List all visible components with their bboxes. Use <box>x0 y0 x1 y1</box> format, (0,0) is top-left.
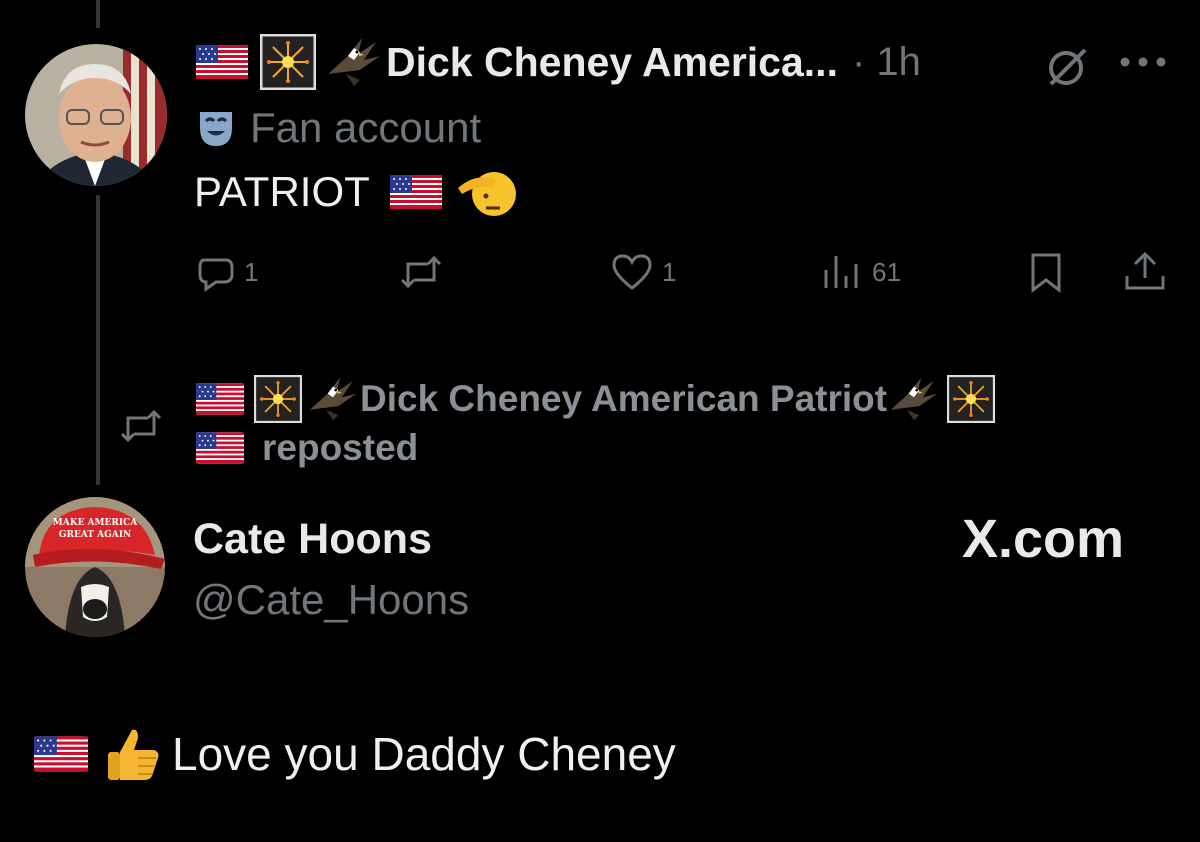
repost-icon <box>120 409 162 443</box>
repost-context-line2: reposted <box>196 424 418 472</box>
reply-button[interactable]: 1 <box>196 252 258 292</box>
avatar[interactable]: MAKE AMERICA GREAT AGAIN <box>25 497 165 637</box>
salute-icon <box>457 172 516 216</box>
reply-icon <box>198 258 234 292</box>
quoted-text-content: Love you Daddy Cheney <box>172 728 676 780</box>
quoted-handle[interactable]: @Cate_Hoons <box>193 576 469 624</box>
flag-usa-icon <box>196 432 244 464</box>
x-watermark: X.com <box>962 509 1125 569</box>
like-count: 1 <box>662 256 677 287</box>
like-icon <box>612 254 652 290</box>
views-icon <box>824 256 858 288</box>
flag-usa-icon <box>34 736 88 772</box>
flag-usa-icon <box>390 175 442 209</box>
timestamp[interactable]: · 1h <box>852 40 921 85</box>
thread-line-top <box>96 0 100 28</box>
label-text: Fan account <box>250 104 482 151</box>
share-icon[interactable] <box>1122 250 1168 294</box>
repost-button[interactable] <box>398 252 452 292</box>
repost-icon <box>400 255 442 289</box>
theater-mask-icon <box>200 112 232 146</box>
account-label: Fan account <box>196 104 481 152</box>
display-name[interactable]: Dick Cheney America... <box>386 39 838 86</box>
views-count: 61 <box>872 256 901 287</box>
flag-usa-icon <box>196 383 244 415</box>
cap-text-line2: GREAT AGAIN <box>59 530 131 540</box>
fireworks-icon <box>947 375 995 423</box>
fireworks-icon <box>254 375 302 423</box>
thread-line <box>96 195 100 485</box>
quoted-display-name[interactable]: Cate Hoons <box>193 515 432 564</box>
thumbs-up-icon <box>108 729 159 780</box>
like-button[interactable]: 1 <box>610 252 676 292</box>
more-icon[interactable] <box>1118 55 1168 69</box>
reply-count: 1 <box>244 256 259 287</box>
tweet-text: PATRIOT <box>194 164 516 220</box>
bookmark-icon[interactable] <box>1028 252 1064 294</box>
grok-icon[interactable] <box>1045 44 1091 90</box>
eagle-icon <box>887 374 941 424</box>
reposter-name[interactable]: Dick Cheney American Patriot <box>360 378 887 420</box>
eagle-icon <box>306 374 360 424</box>
fireworks-icon <box>260 34 316 90</box>
avatar[interactable] <box>25 44 167 186</box>
reposted-label: reposted <box>262 427 419 468</box>
views-button[interactable]: 61 <box>820 252 901 292</box>
eagle-icon <box>324 34 384 90</box>
repost-context-line1: Dick Cheney American Patriot <box>196 374 995 424</box>
quoted-text-row: Love you Daddy Cheney <box>34 724 676 784</box>
cap-text-line1: MAKE AMERICA <box>53 518 138 528</box>
tweet-text-content: PATRIOT <box>194 168 370 215</box>
flag-usa-icon <box>196 45 248 79</box>
tweet-header: Dick Cheney America... · 1h <box>196 32 921 92</box>
